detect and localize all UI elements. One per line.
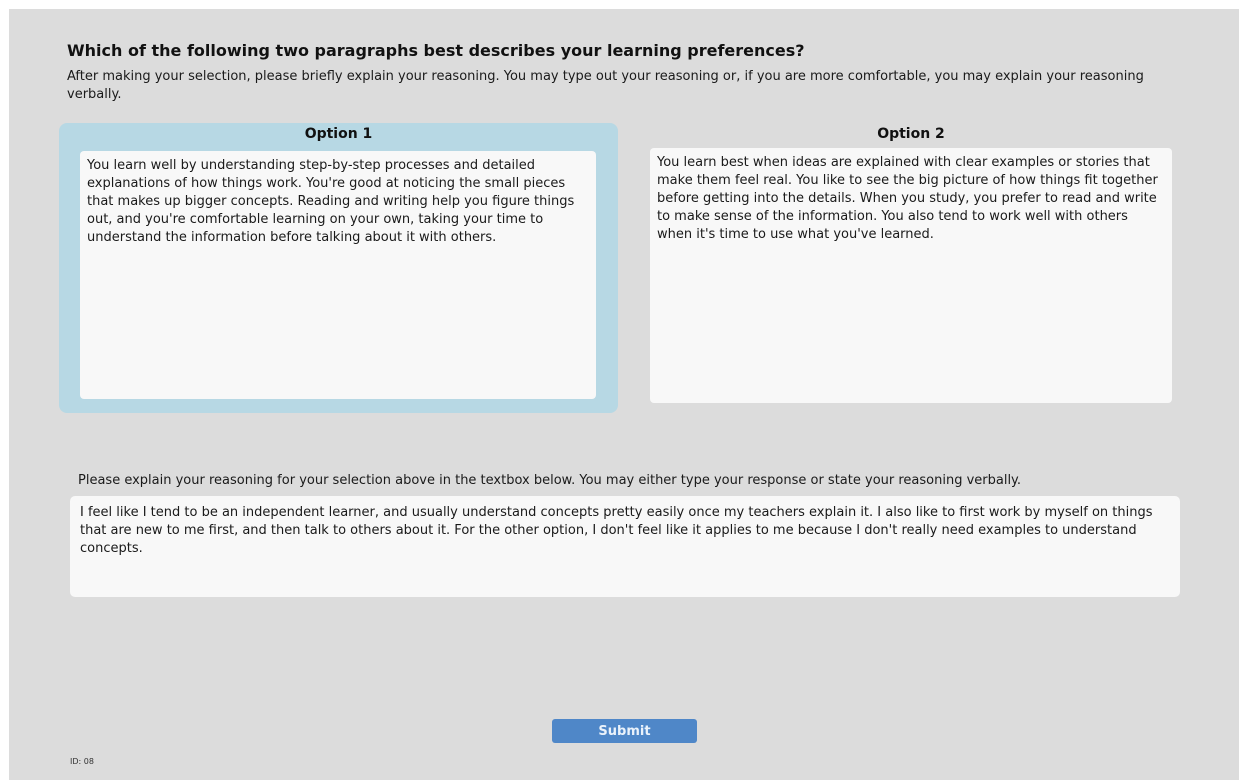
option-2-title: Option 2	[877, 126, 945, 142]
question-instructions: After making your selection, please brie…	[67, 69, 1144, 102]
survey-panel: Which of the following two paragraphs be…	[9, 9, 1239, 780]
option-1-title: Option 1	[304, 126, 373, 142]
option-1-text: You learn well by understanding step-by-…	[80, 151, 596, 399]
question-heading: Which of the following two paragraphs be…	[67, 41, 805, 60]
reasoning-textbox[interactable]: I feel like I tend to be an independent …	[70, 496, 1180, 597]
option-2-card[interactable]: Option 2 You learn best when ideas are e…	[646, 123, 1176, 413]
option-2-text: You learn best when ideas are explained …	[650, 148, 1172, 403]
submit-button[interactable]: Submit	[552, 719, 697, 743]
participant-id-label: ID: 08	[70, 757, 94, 766]
option-1-card[interactable]: Option 1 You learn well by understanding…	[59, 123, 618, 413]
reasoning-prompt: Please explain your reasoning for your s…	[78, 473, 1022, 488]
